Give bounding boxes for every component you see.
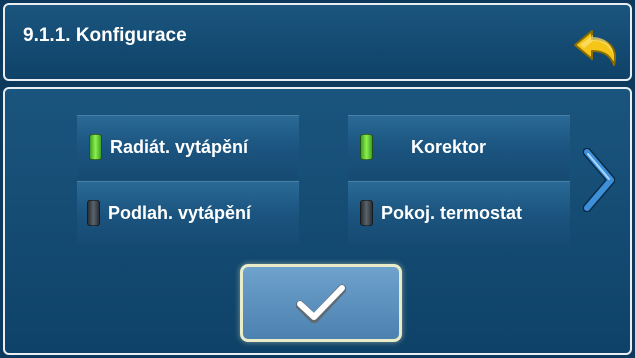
back-button[interactable] <box>572 27 622 71</box>
option-podlah-vytapeni[interactable]: Podlah. vytápění <box>77 181 299 245</box>
next-page-button[interactable] <box>582 147 616 213</box>
led-off-icon <box>360 200 373 226</box>
page-title: 9.1.1. Konfigurace <box>23 25 187 46</box>
led-on-icon <box>360 134 373 160</box>
chevron-right-icon <box>582 147 616 213</box>
led-off-icon <box>87 200 100 226</box>
checkmark-icon <box>296 284 346 323</box>
led-on-icon <box>89 134 102 160</box>
option-label: Korektor <box>411 136 487 157</box>
option-pokoj-termostat[interactable]: Pokoj. termostat <box>348 181 570 245</box>
option-label: Podlah. vytápění <box>108 202 252 223</box>
back-arrow-icon <box>574 30 616 66</box>
confirm-button[interactable] <box>240 264 402 342</box>
option-korektor[interactable]: Korektor <box>348 115 570 179</box>
option-label: Radiát. vytápění <box>110 136 249 157</box>
option-radiat-vytapeni[interactable]: Radiát. vytápění <box>77 115 299 179</box>
header-bar: 9.1.1. Konfigurace <box>3 3 632 81</box>
option-label: Pokoj. termostat <box>381 202 523 223</box>
